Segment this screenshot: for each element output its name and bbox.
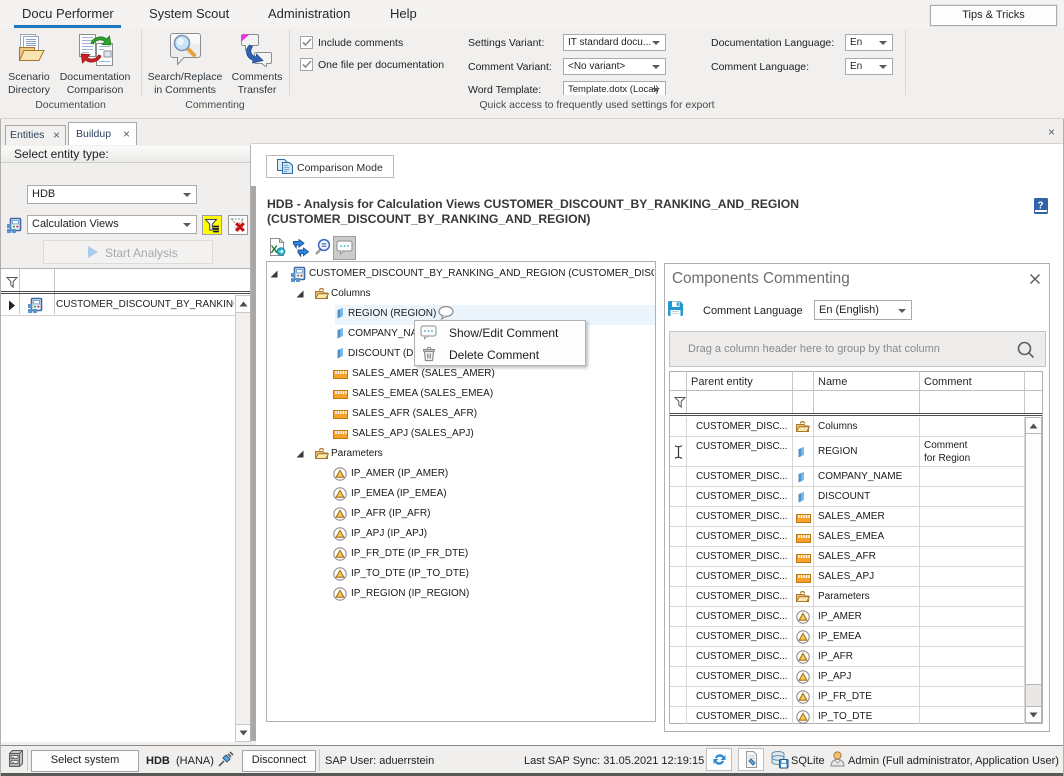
svg-text:?: ? bbox=[1037, 201, 1043, 212]
